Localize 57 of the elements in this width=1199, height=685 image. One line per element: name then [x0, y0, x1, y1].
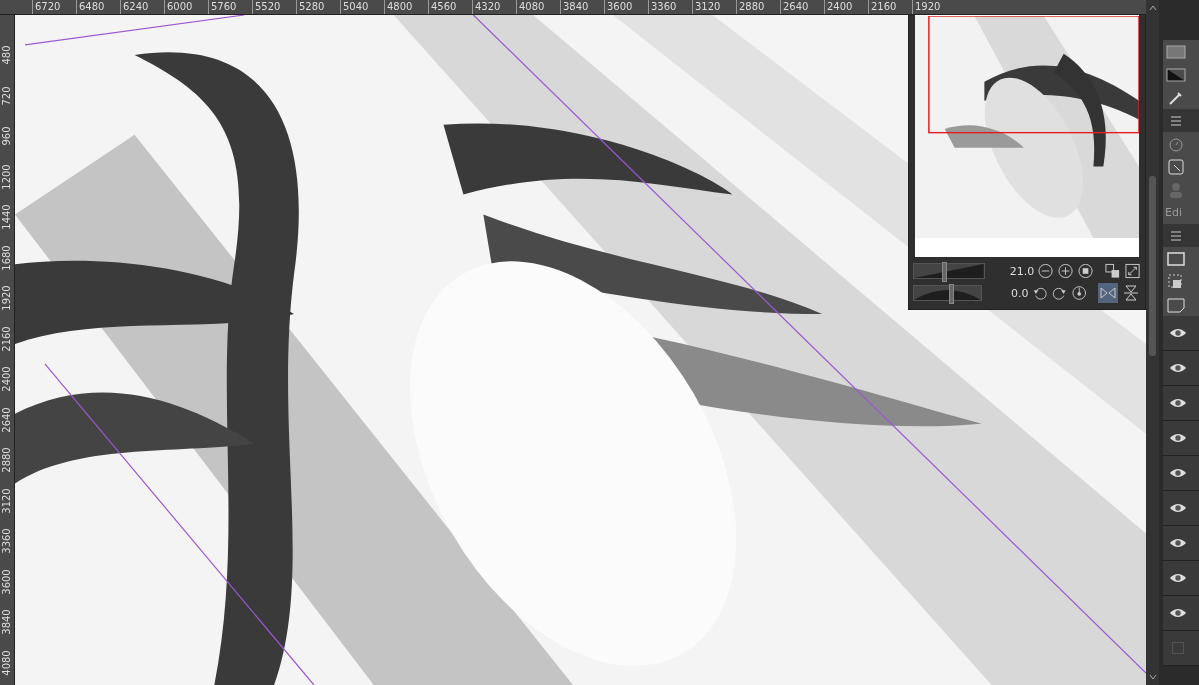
ruler-label: 1680 [1, 245, 13, 271]
ruler-label: 3120 [1, 488, 13, 514]
eye-icon[interactable] [1169, 397, 1187, 409]
ruler-label: 3840 [1, 609, 13, 635]
ruler-label: 2160 [868, 0, 912, 14]
ruler-label: 2880 [736, 0, 780, 14]
ruler-label: 2640 [780, 0, 824, 14]
ruler-label: 3600 [604, 0, 648, 14]
ruler-label: 2160 [1, 326, 13, 352]
frame-icon[interactable] [1166, 158, 1186, 175]
visibility-checkbox[interactable] [1172, 642, 1184, 654]
ruler-label: 3120 [692, 0, 736, 14]
ruler-label: 3360 [648, 0, 692, 14]
scroll-thumb[interactable] [1149, 176, 1156, 356]
note-icon[interactable] [1166, 296, 1186, 313]
ruler-label: 6480 [76, 0, 120, 14]
eye-icon[interactable] [1169, 432, 1187, 444]
ruler-label: 4080 [1, 650, 13, 676]
ruler-label: 3840 [560, 0, 604, 14]
ruler-label: 6720 [32, 0, 76, 14]
eye-icon[interactable] [1169, 467, 1187, 479]
ruler-label: 2400 [824, 0, 868, 14]
ruler-label: 2640 [1, 407, 13, 433]
ruler-label: 5280 [296, 0, 340, 14]
ruler-label: 5520 [252, 0, 296, 14]
eye-icon[interactable] [1169, 572, 1187, 584]
timer-icon[interactable] [1166, 135, 1186, 152]
ruler-label: 2880 [1, 447, 13, 473]
scrollbar[interactable] [1146, 0, 1159, 685]
scroll-down-icon[interactable] [1147, 672, 1158, 682]
gradient-icon[interactable] [1166, 66, 1186, 83]
square-icon[interactable] [1166, 250, 1186, 267]
ruler-label: 2400 [1, 366, 13, 392]
eye-icon[interactable] [1169, 362, 1187, 374]
ruler-label: 4320 [472, 0, 516, 14]
ruler-label: 960 [1, 126, 13, 146]
ruler-label: 3360 [1, 528, 13, 554]
scroll-up-icon[interactable] [1147, 3, 1158, 13]
ruler-label: 4800 [384, 0, 428, 14]
ruler-label: 4560 [428, 0, 472, 14]
ruler-label: 480 [1, 45, 13, 65]
eye-icon[interactable] [1169, 502, 1187, 514]
ruler-label: 5040 [340, 0, 384, 14]
eye-icon[interactable] [1169, 327, 1187, 339]
ruler-label: 3600 [1, 569, 13, 595]
ruler-label: 1920 [1, 285, 13, 311]
ruler-label: 1920 [912, 0, 956, 14]
ruler-label: 5760 [208, 0, 252, 14]
ruler-label: 720 [1, 86, 13, 106]
ruler-label: 1440 [1, 204, 13, 230]
eye-icon[interactable] [1169, 537, 1187, 549]
ruler-label: 1200 [1, 164, 13, 190]
ruler-label: 6000 [164, 0, 208, 14]
ruler-label: 4080 [516, 0, 560, 14]
square-icon[interactable] [1166, 43, 1186, 60]
eye-icon[interactable] [1169, 607, 1187, 619]
ruler-label: 6240 [120, 0, 164, 14]
